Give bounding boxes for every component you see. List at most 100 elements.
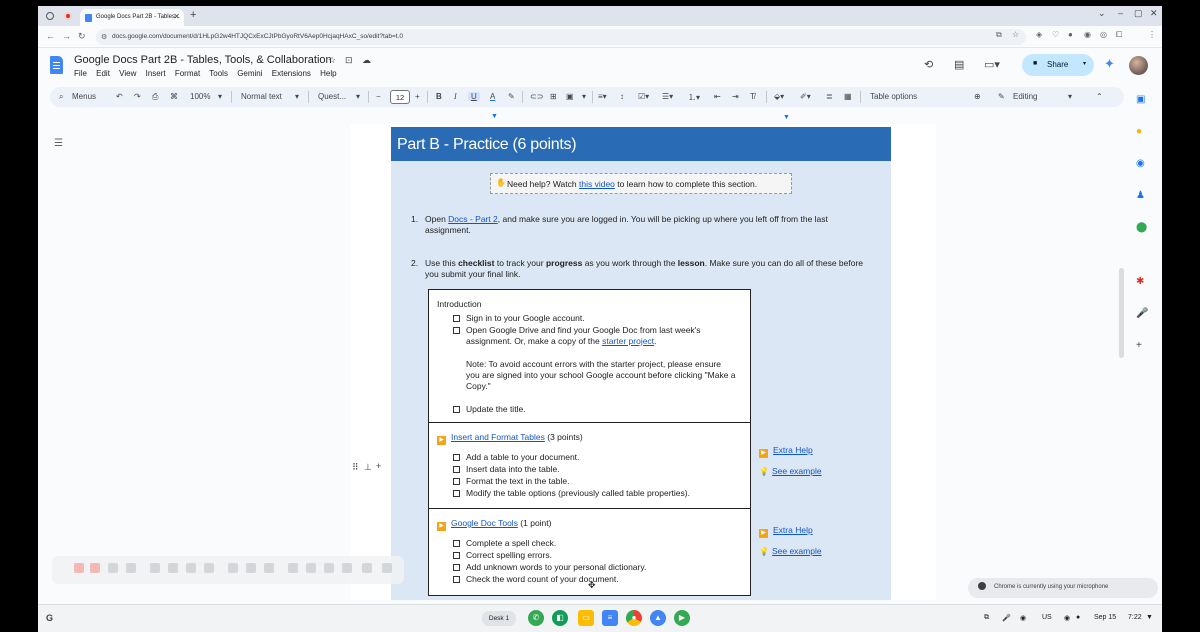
menu-edit[interactable]: Edit — [96, 69, 110, 78]
menu-view[interactable]: View — [119, 69, 136, 78]
chrome-menu-icon[interactable]: ⋮ — [1148, 30, 1156, 39]
minimize-icon[interactable]: – — [1118, 8, 1123, 18]
maps-icon[interactable]: ⬤ — [1136, 222, 1147, 233]
date-text[interactable]: Sep 15 — [1094, 614, 1116, 621]
gemini-icon[interactable]: ✦ — [1104, 56, 1115, 72]
launcher-icon[interactable]: G — [46, 613, 53, 623]
chrome-app-icon[interactable]: ● — [626, 610, 642, 626]
browser-tab[interactable]: Google Docs Part 2B - Tables... ✕ — [80, 9, 184, 26]
extension-tool-icon[interactable]: ◎ — [1100, 30, 1107, 39]
menu-gemini[interactable]: Gemini — [237, 69, 262, 78]
table-cell-introduction[interactable]: Introduction Sign in to your Google acco… — [429, 290, 750, 423]
move-folder-icon[interactable]: ⊡ — [345, 55, 353, 66]
spotlight-icon[interactable] — [186, 563, 196, 573]
edit-pencil-icon[interactable]: ✎ — [998, 92, 1005, 101]
extra-help-link-tools[interactable]: ▶ Extra Help — [759, 525, 813, 538]
extension-heart-icon[interactable]: ♡ — [1052, 30, 1059, 39]
see-example-text[interactable]: See example — [772, 546, 822, 556]
checklist-row[interactable]: Add a table to your document. — [453, 452, 579, 462]
increase-font-icon[interactable]: + — [415, 92, 420, 101]
checkbox[interactable] — [453, 540, 460, 547]
restart-icon[interactable] — [108, 563, 118, 573]
slides-app-icon[interactable]: ▭ — [578, 610, 594, 626]
checklist-row[interactable]: Correct spelling errors. — [453, 550, 552, 560]
checkbox[interactable] — [453, 576, 460, 583]
extra-help-text[interactable]: Extra Help — [773, 525, 813, 535]
checkbox[interactable] — [453, 552, 460, 559]
collapse-icon[interactable] — [382, 563, 392, 573]
checklist-row[interactable]: Modify the table options (previously cal… — [453, 488, 690, 498]
menu-insert[interactable]: Insert — [146, 69, 166, 78]
extension-grammar-icon[interactable]: ◉ — [1084, 30, 1091, 39]
bold-icon[interactable]: B — [436, 92, 442, 101]
checkbox[interactable] — [453, 478, 460, 485]
decrease-font-icon[interactable]: − — [376, 92, 381, 101]
cursor-icon[interactable] — [150, 563, 160, 573]
extension-shield-icon[interactable]: ◈ — [1036, 30, 1042, 39]
checkbox[interactable] — [453, 327, 460, 334]
checklist-row[interactable]: Update the title. — [453, 404, 526, 414]
border-width-icon[interactable]: ≣ — [826, 92, 833, 101]
highlight-cursor-icon[interactable] — [204, 563, 214, 573]
close-tab-icon[interactable]: ✕ — [173, 12, 180, 21]
document-title[interactable]: Google Docs Part 2B - Tables, Tools, & C… — [74, 54, 332, 66]
pointer-icon[interactable] — [324, 563, 334, 573]
clear-formatting-icon[interactable]: T̸ — [750, 92, 755, 101]
docs-logo-icon[interactable] — [50, 56, 63, 74]
checkbox[interactable] — [453, 490, 460, 497]
ruler-indent-icon[interactable]: ▼ — [783, 114, 790, 121]
google-doc-tools-link[interactable]: Google Doc Tools — [451, 518, 518, 528]
increase-indent-icon[interactable]: ⇥ — [732, 92, 739, 101]
font-select[interactable]: Quest... — [318, 92, 346, 101]
checklist-row[interactable] — [453, 325, 466, 335]
play-store-icon[interactable]: ▶ — [674, 610, 690, 626]
camera-icon[interactable] — [362, 563, 372, 573]
docs-app-icon[interactable]: ≡ — [602, 610, 618, 626]
trash-icon[interactable] — [126, 563, 136, 573]
menu-tools[interactable]: Tools — [209, 69, 228, 78]
rectangle-icon[interactable] — [228, 563, 238, 573]
meet-video-icon[interactable]: ▭▾ — [984, 58, 1000, 71]
extra-help-text[interactable]: Extra Help — [773, 445, 813, 455]
bookmark-star-icon[interactable]: ☆ — [1012, 30, 1019, 39]
time-text[interactable]: 7:22 — [1128, 614, 1142, 621]
drive-app-icon[interactable]: ▲ — [650, 610, 666, 626]
extensions-puzzle-icon[interactable]: ⧠ — [1116, 30, 1122, 40]
checklist-row[interactable]: Complete a spell check. — [453, 538, 556, 548]
checklist-table[interactable]: Introduction Sign in to your Google acco… — [428, 289, 751, 596]
pen-off-icon[interactable] — [288, 563, 298, 573]
editing-mode-select[interactable]: Editing — [1013, 92, 1037, 101]
maximize-icon[interactable]: ▢ — [1134, 8, 1143, 19]
comments-icon[interactable]: ▤ — [954, 58, 964, 71]
menu-extensions[interactable]: Extensions — [272, 69, 311, 78]
desk-button[interactable]: Desk 1 — [482, 611, 516, 626]
status-icon[interactable]: ◉ — [1064, 614, 1070, 622]
starter-project-link[interactable]: starter project — [602, 336, 654, 346]
border-color-icon[interactable]: ✐▾ — [800, 92, 811, 101]
checklist-row[interactable]: Format the text in the table. — [453, 476, 569, 486]
ruler-indent-icon[interactable]: ▼ — [491, 113, 498, 120]
get-addons-icon[interactable]: + — [1136, 340, 1142, 351]
checkbox[interactable] — [453, 406, 460, 413]
forward-icon[interactable]: → — [62, 31, 71, 41]
checklist-row[interactable]: Insert data into the table. — [453, 464, 560, 474]
keep-icon[interactable]: ● — [1136, 126, 1142, 137]
avatar[interactable] — [1129, 56, 1148, 75]
zoom-select[interactable]: 100% — [190, 92, 210, 101]
mic-addon-icon[interactable]: 🎤 — [1136, 308, 1148, 319]
table-cell-tables[interactable]: ▶ Insert and Format Tables (3 points) Add… — [429, 423, 750, 509]
chevron-down-icon[interactable]: ▾ — [582, 92, 586, 101]
locale-indicator[interactable]: US — [1042, 614, 1052, 621]
chevron-down-icon[interactable]: ⌄ — [1098, 8, 1106, 19]
notification-dot-icon[interactable]: ● — [1076, 614, 1080, 621]
calendar-icon[interactable]: ▣ — [1136, 94, 1145, 105]
style-select[interactable]: Normal text — [241, 92, 282, 101]
back-icon[interactable]: ← — [46, 31, 55, 41]
pin-row-icon[interactable]: ⊥ — [364, 462, 372, 473]
stop-icon[interactable] — [74, 563, 84, 573]
screen-share-icon[interactable]: ◉ — [1020, 614, 1026, 622]
star-icon[interactable]: ☆ — [328, 55, 336, 66]
fill-color-icon[interactable]: ⬙▾ — [774, 92, 784, 101]
mic-tray-icon[interactable]: 🎤 — [1002, 614, 1011, 622]
cloud-status-icon[interactable]: ☁ — [362, 55, 371, 66]
